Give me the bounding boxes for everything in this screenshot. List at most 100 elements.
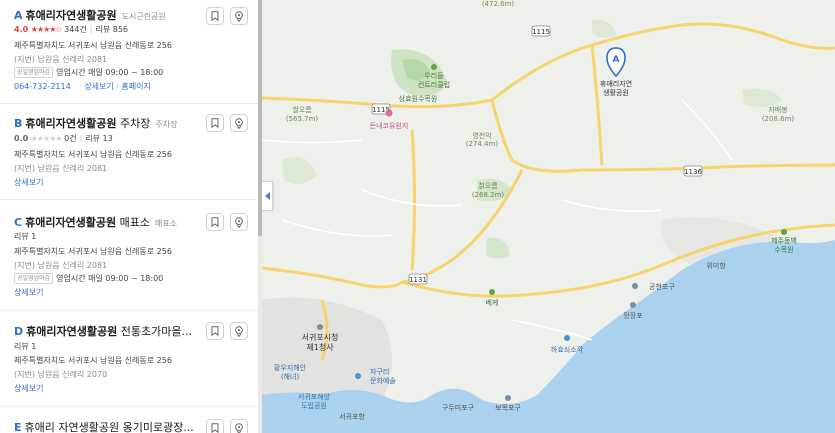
map-label-city-2: 제1청사 xyxy=(306,343,334,352)
review-count[interactable]: 리뷰 1 xyxy=(14,231,36,242)
address: 제주특별자치도 서귀포시 남원읍 신례동로 256 xyxy=(14,150,172,159)
result-letter: D xyxy=(14,325,24,338)
detail-homepage-link[interactable]: 상세보기 · 홈페이지 xyxy=(84,82,151,91)
route-button[interactable] xyxy=(230,114,248,132)
detail-link[interactable]: 상세보기 xyxy=(14,287,43,298)
list-item[interactable]: A 휴애리자연생활공원 도시근린공원 4.0 ★★★★☆ 344건 | 리뷰 856 제… xyxy=(0,0,258,104)
map-canvas[interactable]: 1115 1115 1136 1131 (472.6m) 우리들 컨트리클럽 상… xyxy=(262,0,835,433)
bookmark-icon xyxy=(211,11,219,21)
result-letter: E xyxy=(14,421,22,433)
map-label-hwang-2: (해녀) xyxy=(281,372,300,381)
map-label-mangjang: 망장포 xyxy=(623,311,643,320)
detail-link[interactable]: 상세보기 xyxy=(14,177,43,188)
port-icon xyxy=(632,283,638,289)
bookmark-icon xyxy=(211,217,219,227)
address: 제주특별자치도 서귀포시 남원읍 신례동로 256 xyxy=(14,356,172,365)
search-results-panel: A 휴애리자연생활공원 도시근린공원 4.0 ★★★★☆ 344건 | 리뷰 856 제… xyxy=(0,0,258,433)
result-title[interactable]: C 휴애리자연생활공원 매표소 매표소 xyxy=(14,214,177,230)
rating-row: 0.0 ★★★★★ 0건 | 리뷰 13 xyxy=(14,134,113,143)
phone-link[interactable]: 064-732-2114 xyxy=(14,82,71,91)
address: 제주특별자치도 서귀포시 남원읍 신례동로 256 xyxy=(14,41,172,50)
result-category: 주차장 xyxy=(155,120,178,129)
bookmark-button[interactable] xyxy=(206,213,224,231)
bookmark-button[interactable] xyxy=(206,114,224,132)
road-1136-label: 1136 xyxy=(684,168,702,176)
beach-icon xyxy=(355,373,361,379)
address-jibun: (지번) 남원읍 신례리 2081 xyxy=(14,55,108,64)
map-label-club: 우리들 xyxy=(424,71,444,80)
address-jibun: (지번) 남원읍 신례리 2081 xyxy=(14,261,108,270)
result-letter: C xyxy=(14,216,23,229)
pin-label-2: 생활공원 xyxy=(603,88,629,97)
map-label-bekje: 베케 xyxy=(486,298,499,307)
map-label-top: (472.6m) xyxy=(482,0,515,8)
map-view[interactable]: 1115 1115 1136 1131 (472.6m) 우리들 컨트리클럽 상… xyxy=(262,0,835,433)
pin-label-1: 휴애리자연 xyxy=(600,79,632,88)
map-label-mt1: 쌀오름 xyxy=(292,105,312,114)
result-title[interactable]: B 휴애리자연생활공원 주차장 주차장 xyxy=(14,115,177,131)
hours-tag: 공일영업마감 xyxy=(14,67,54,78)
map-label-mt1-h: (565.7m) xyxy=(286,115,319,123)
route-icon xyxy=(235,422,243,433)
result-letter: B xyxy=(14,117,23,130)
list-item[interactable]: E 휴애리 자연생활공원 옹기미로광장... xyxy=(0,407,258,433)
rating-count: 344건 xyxy=(64,25,87,34)
bookmark-button[interactable] xyxy=(206,419,224,433)
rating-stars-icon: ★★★★★ xyxy=(30,134,63,143)
map-label-seogwi-2: 도립공원 xyxy=(301,401,327,410)
route-button[interactable] xyxy=(230,213,248,231)
map-label-club-2: 컨트리클럽 xyxy=(418,80,450,89)
road-1131-label: 1131 xyxy=(409,276,427,284)
result-title[interactable]: A 휴애리자연생활공원 도시근린공원 xyxy=(14,7,166,23)
bookmark-button[interactable] xyxy=(206,322,224,340)
map-label-guduri: 구두미포구 xyxy=(442,403,475,412)
result-name[interactable]: 휴애리자연생활공원 xyxy=(26,9,117,22)
panel-collapse-button[interactable] xyxy=(262,181,273,211)
route-button[interactable] xyxy=(230,419,248,433)
road-1115-label: 1115 xyxy=(532,28,550,36)
review-count[interactable]: 리뷰 1 xyxy=(14,341,36,352)
map-label-wimi: 위미항 xyxy=(706,261,726,270)
result-name[interactable]: 휴애리 자연생활공원 옹기미로광장... xyxy=(25,421,194,433)
map-label-hahyo: 하효쇠소깍 xyxy=(551,345,584,354)
result-letter: A xyxy=(14,9,23,22)
bookmark-button[interactable] xyxy=(206,7,224,25)
port-icon xyxy=(505,395,511,401)
list-item[interactable]: C 휴애리자연생활공원 매표소 매표소 리뷰 1 제주특별자치도 서귀포시 남원읍 … xyxy=(0,200,258,311)
list-item[interactable]: D 휴애리자연생활공원 전통초가마을... 리뷰 1 제주특별자치도 서귀포시 남… xyxy=(0,311,258,407)
map-label-mt2-h: (274.4m) xyxy=(466,140,499,148)
result-category: 도시근린공원 xyxy=(121,12,166,21)
map-label-park-2: 수목원 xyxy=(774,245,793,254)
map-label-jagu: 자구리 xyxy=(370,367,389,376)
result-name[interactable]: 휴애리자연생활공원 xyxy=(25,117,116,130)
result-name[interactable]: 휴애리자연생활공원 xyxy=(26,325,117,338)
beach-icon xyxy=(564,335,570,341)
contact-row: 064-732-2114 · 상세보기 · 홈페이지 xyxy=(14,82,151,91)
rating-score: 4.0 xyxy=(14,25,29,34)
detail-link[interactable]: 상세보기 xyxy=(14,383,43,394)
address: 제주특별자치도 서귀포시 남원읍 신례동로 256 xyxy=(14,247,172,256)
result-suffix: 주차장 xyxy=(119,117,151,130)
route-button[interactable] xyxy=(230,7,248,25)
review-count[interactable]: 리뷰 856 xyxy=(95,25,128,34)
map-label-jagu-2: 문화예술 xyxy=(370,376,396,385)
result-title[interactable]: E 휴애리 자연생활공원 옹기미로광장... xyxy=(14,419,194,433)
rating-score: 0.0 xyxy=(14,134,29,143)
hours: 공일영업마감 영업시간 매일 09:00 ~ 18:00 xyxy=(14,273,163,284)
result-category: 매표소 xyxy=(155,219,178,228)
result-title[interactable]: D 휴애리자연생활공원 전통초가마을... xyxy=(14,323,192,339)
route-icon xyxy=(235,325,243,337)
map-label-gongcheon: 공천포구 xyxy=(649,282,675,291)
result-suffix: 매표소 xyxy=(119,216,151,229)
hours: 공일영업마감 영업시간 매일 09:00 ~ 18:00 xyxy=(14,67,163,78)
result-name[interactable]: 휴애리자연생활공원 xyxy=(25,216,116,229)
route-button[interactable] xyxy=(230,322,248,340)
map-label-mt4: 자배봉 xyxy=(768,105,788,114)
map-label-arboretum: 상효원수목원 xyxy=(399,94,438,103)
list-item[interactable]: B 휴애리자연생활공원 주차장 주차장 0.0 ★★★★★ 0건 | 리뷰 13 제주특… xyxy=(0,104,258,200)
park-icon xyxy=(431,64,437,70)
review-count[interactable]: 리뷰 13 xyxy=(85,134,112,143)
map-label-seogwi: 서귀포해양 xyxy=(298,392,331,401)
hours-tag: 공일영업마감 xyxy=(14,273,54,284)
map-label-donne: 돈내코유원지 xyxy=(370,121,409,130)
